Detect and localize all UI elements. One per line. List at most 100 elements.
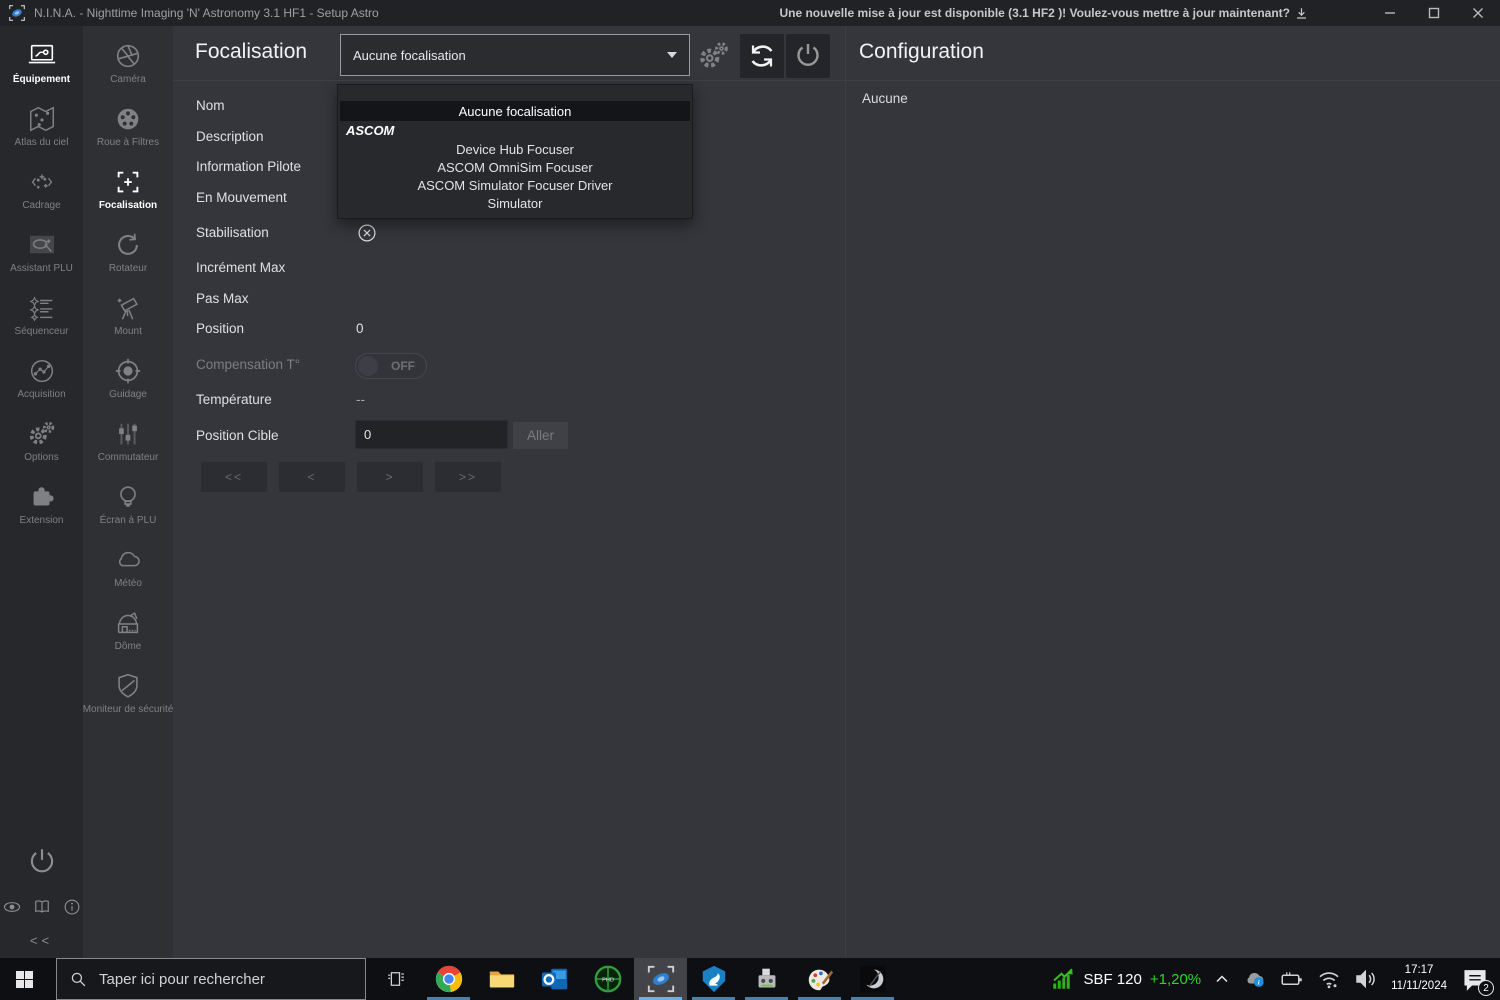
field-label-temperature: Température <box>196 392 272 407</box>
dropdown-option[interactable]: ASCOM Simulator Focuser Driver <box>338 176 692 194</box>
field-label-settle: Stabilisation <box>196 225 269 240</box>
weather-tray-icon[interactable]: i <box>1243 967 1267 991</box>
taskbar-search[interactable]: Taper ici pour rechercher <box>56 958 366 1000</box>
tray-expand-chevron-icon[interactable] <box>1214 971 1230 987</box>
close-button[interactable] <box>1456 0 1500 26</box>
equipment-item-flat-panel[interactable]: Écran à PLU <box>83 477 173 540</box>
update-notification[interactable]: Une nouvelle mise à jour est disponible … <box>779 6 1308 20</box>
minimize-button[interactable] <box>1368 0 1412 26</box>
equipment-item-filter-wheel[interactable]: Roue à Filtres <box>83 99 173 162</box>
eye-icon[interactable] <box>2 897 22 917</box>
task-view-button[interactable] <box>380 958 414 1000</box>
equipment-item-label: Météo <box>114 578 142 589</box>
switch-icon <box>113 419 143 449</box>
taskbar-chrome[interactable] <box>422 958 475 1000</box>
maximize-button[interactable] <box>1412 0 1456 26</box>
settle-cross-icon <box>356 222 378 244</box>
configuration-panel: Configuration Aucune <box>845 26 1500 958</box>
notification-center-button[interactable]: 2 <box>1460 964 1490 994</box>
equipment-item-rotator[interactable]: Rotateur <box>83 225 173 288</box>
go-button[interactable]: Aller <box>513 422 568 449</box>
temp-comp-toggle[interactable]: OFF <box>355 353 427 379</box>
configuration-title: Configuration <box>859 40 984 64</box>
battery-icon[interactable] <box>1280 967 1304 991</box>
rescan-devices-button[interactable] <box>740 34 784 78</box>
system-tray: SBF 120 +1,20% i <box>1051 958 1500 1000</box>
focuser-device-dropdown[interactable]: Aucune focalisation <box>340 34 690 76</box>
taskbar-paint[interactable] <box>793 958 846 1000</box>
start-button[interactable] <box>0 958 48 1000</box>
sidebar-item-label: Équipement <box>13 74 70 85</box>
dropdown-option[interactable]: Device Hub Focuser <box>338 140 692 158</box>
equipment-item-label: Commutateur <box>98 452 159 463</box>
sidebar-item-equipment[interactable]: Équipement <box>0 36 83 99</box>
configuration-value: Aucune <box>862 91 908 106</box>
filter-wheel-icon <box>113 104 143 134</box>
equipment-item-switch[interactable]: Commutateur <box>83 414 173 477</box>
focuser-icon <box>113 167 143 197</box>
equipment-item-label: Moniteur de sécurité <box>83 704 174 715</box>
equipment-item-camera[interactable]: Caméra <box>83 36 173 99</box>
target-position-input[interactable] <box>355 420 508 449</box>
chrome-icon <box>434 964 464 994</box>
sidebar-item-sequencer[interactable]: Séquenceur <box>0 288 83 351</box>
sidebar-collapse-button[interactable]: << <box>0 933 83 948</box>
equipment-item-label: Caméra <box>110 74 146 85</box>
dropdown-value: Aucune focalisation <box>353 48 466 63</box>
dome-icon <box>113 608 143 638</box>
sidebar-item-sky-atlas[interactable]: Atlas du ciel <box>0 99 83 162</box>
manual-book-icon[interactable] <box>32 897 52 917</box>
device-app-icon <box>752 964 782 994</box>
equipment-item-dome[interactable]: Dôme <box>83 603 173 666</box>
equipment-sidebar: Caméra Roue à Filtres Focalisation <box>83 26 173 958</box>
wifi-icon[interactable] <box>1317 967 1341 991</box>
guider-icon <box>113 356 143 386</box>
equipment-item-weather[interactable]: Météo <box>83 540 173 603</box>
camera-icon <box>113 41 143 71</box>
info-icon[interactable] <box>62 897 82 917</box>
sidebar-item-flat-wizard[interactable]: Assistant PLU <box>0 225 83 288</box>
field-label-max-step: Pas Max <box>196 291 249 306</box>
dropdown-option[interactable]: ASCOM OmniSim Focuser <box>338 158 692 176</box>
plugin-icon <box>27 482 57 512</box>
taskbar-file-explorer[interactable] <box>475 958 528 1000</box>
update-message: Une nouvelle mise à jour est disponible … <box>779 6 1290 20</box>
equipment-item-focuser[interactable]: Focalisation <box>83 162 173 225</box>
clock-date: 11/11/2024 <box>1391 979 1447 995</box>
move-left-button[interactable]: < <box>279 462 345 492</box>
title-bar: N.I.N.A. - Nighttime Imaging 'N' Astrono… <box>0 0 1500 26</box>
sky-atlas-icon <box>27 104 57 134</box>
move-fast-left-button[interactable]: << <box>201 462 267 492</box>
equipment-item-label: Guidage <box>109 389 147 400</box>
equipment-item-safety-monitor[interactable]: Moniteur de sécurité <box>83 666 173 729</box>
dropdown-option[interactable]: Simulator <box>338 194 692 212</box>
taskbar-pegasus[interactable] <box>687 958 740 1000</box>
taskbar-device-app[interactable] <box>740 958 793 1000</box>
move-right-button[interactable]: > <box>357 462 423 492</box>
equipment-item-guider[interactable]: Guidage <box>83 351 173 414</box>
volume-icon[interactable] <box>1354 967 1378 991</box>
svg-text:PHD: PHD <box>602 977 614 983</box>
dropdown-option-selected[interactable]: Aucune focalisation <box>340 101 690 121</box>
sidebar-item-imaging[interactable]: Acquisition <box>0 351 83 414</box>
stock-widget[interactable]: SBF 120 +1,20% <box>1051 967 1201 991</box>
sidebar-item-options[interactable]: Options <box>0 414 83 477</box>
sidebar-item-label: Séquenceur <box>15 326 69 337</box>
taskbar-outlook[interactable] <box>528 958 581 1000</box>
sidebar-item-framing[interactable]: Cadrage <box>0 162 83 225</box>
connect-device-button[interactable] <box>786 34 830 78</box>
notification-badge: 2 <box>1478 980 1494 996</box>
equipment-item-mount[interactable]: Mount <box>83 288 173 351</box>
app-power-button[interactable] <box>0 845 83 879</box>
sequencer-icon <box>27 293 57 323</box>
move-fast-right-button[interactable]: >> <box>435 462 501 492</box>
taskbar-phd2[interactable]: PHD <box>581 958 634 1000</box>
download-icon[interactable] <box>1295 7 1308 20</box>
sidebar-item-plugins[interactable]: Extension <box>0 477 83 540</box>
taskbar-clock[interactable]: 17:17 11/11/2024 <box>1391 963 1447 994</box>
taskbar-dark-app[interactable] <box>846 958 899 1000</box>
sidebar-item-label: Extension <box>20 515 64 526</box>
taskbar-nina[interactable] <box>634 958 687 1000</box>
device-settings-button[interactable] <box>692 34 736 78</box>
temperature-value: -- <box>356 392 365 407</box>
